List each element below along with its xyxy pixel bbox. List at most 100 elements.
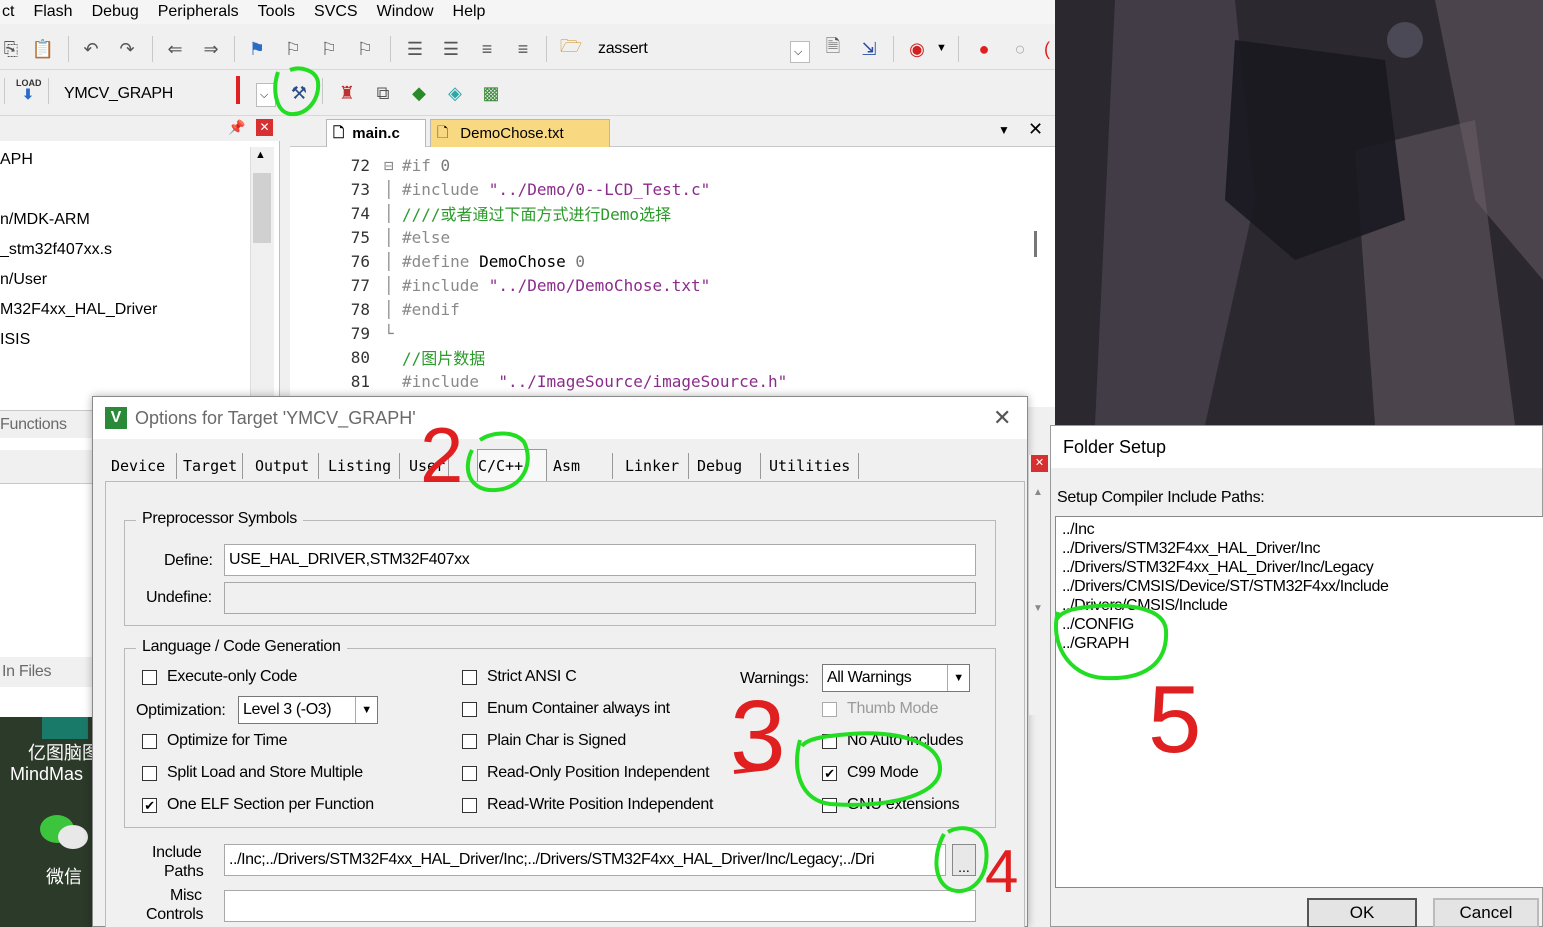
code-line[interactable]: 73 │ #include "../Demo/0--LCD_Test.c" [290, 177, 711, 201]
scroll-up-icon[interactable]: ▲ [1033, 487, 1043, 498]
list-item[interactable]: ../Drivers/CMSIS/Include [1062, 597, 1228, 615]
close-icon[interactable]: ✕ [1031, 455, 1048, 472]
tab-find-in-files[interactable]: In Files [2, 663, 51, 681]
manage-project-icon[interactable]: ⧉ [372, 82, 394, 104]
tab-target[interactable]: Target [183, 453, 243, 479]
include-paths-list[interactable]: ../Inc ../Drivers/STM32F4xx_HAL_Driver/I… [1055, 516, 1543, 888]
kill-breakpoints-icon[interactable]: ( [1040, 38, 1054, 60]
checkbox-box[interactable] [462, 701, 477, 717]
code-line[interactable]: 79 └ [290, 321, 402, 345]
incremental-find-icon[interactable]: 🗎 [822, 36, 844, 60]
list-item[interactable]: ../Drivers/STM32F4xx_HAL_Driver/Inc/Lega… [1062, 559, 1374, 577]
desktop-app-label[interactable]: 亿图脑图 [28, 739, 100, 765]
editor-scroll-marker[interactable] [1034, 231, 1037, 257]
tree-item[interactable]: _stm32f407xx.s [0, 241, 112, 259]
checkbox-box[interactable] [462, 765, 477, 781]
disable-breakpoint-icon[interactable]: ○ [1009, 38, 1031, 60]
menu-item-help[interactable]: Help [453, 3, 486, 21]
cancel-button[interactable]: Cancel [1433, 898, 1539, 927]
browse-include-paths-button[interactable]: ... [952, 844, 976, 876]
ok-button[interactable]: OK [1307, 898, 1417, 927]
checkbox-box[interactable] [822, 733, 837, 749]
tree-item[interactable]: n/MDK-ARM [0, 211, 90, 229]
ro-pi-checkbox[interactable]: Read-Only Position Independent [462, 764, 710, 782]
mindmaster-icon[interactable] [42, 717, 88, 739]
list-item[interactable]: ../Inc [1062, 521, 1095, 539]
code-line[interactable]: 78 │ #endif [290, 297, 460, 321]
wechat-icon[interactable] [38, 813, 90, 857]
undo-icon[interactable]: ↶ [80, 38, 102, 60]
code-line[interactable]: 80 //图片数据 [290, 345, 486, 369]
gnu-extensions-checkbox[interactable]: GNU extensions [822, 796, 960, 814]
target-name[interactable]: YMCV_GRAPH [64, 85, 173, 103]
strict-ansi-checkbox[interactable]: Strict ANSI C [462, 668, 577, 686]
prev-bookmark-icon[interactable]: ⚐ [282, 38, 304, 60]
comment-icon[interactable]: ≡ [476, 38, 498, 60]
code-area[interactable]: 72 ⊟ #if 0 73 │ #include "../Demo/0--LCD_Test… [290, 153, 1050, 403]
rw-pi-checkbox[interactable]: Read-Write Position Independent [462, 796, 713, 814]
scroll-up-icon[interactable]: ▲ [255, 149, 266, 161]
tab-demochose-txt[interactable]: 🗋 DemoChose.txt [430, 119, 610, 147]
menu-item-debug[interactable]: Debug [92, 3, 139, 21]
close-icon[interactable]: ✕ [1028, 119, 1043, 140]
chevron-down-icon[interactable]: ▼ [936, 42, 947, 54]
checkbox-box[interactable] [462, 797, 477, 813]
nav-back-icon[interactable]: ⇐ [164, 38, 186, 60]
misc-controls-input[interactable] [224, 890, 976, 922]
list-item[interactable]: ../GRAPH [1062, 635, 1129, 653]
thumb-mode-checkbox[interactable]: Thumb Mode [822, 700, 939, 718]
enum-container-checkbox[interactable]: Enum Container always int [462, 700, 670, 718]
optimization-select[interactable]: Level 3 (-O3) ▼ [238, 696, 378, 724]
target-options-icon[interactable]: ⚒ [288, 82, 310, 104]
split-load-checkbox[interactable]: Split Load and Store Multiple [142, 764, 363, 782]
code-line[interactable]: 76 │ #define DemoChose 0 [290, 249, 585, 273]
tree-item[interactable]: n/User [0, 271, 47, 289]
next-bookmark-icon[interactable]: ⚐ [318, 38, 340, 60]
scrollbar-thumb[interactable] [253, 173, 271, 243]
tab-asm[interactable]: Asm [553, 453, 613, 479]
optimize-time-checkbox[interactable]: Optimize for Time [142, 732, 288, 750]
menu-item-flash[interactable]: Flash [33, 3, 72, 21]
no-auto-includes-checkbox[interactable]: No Auto Includes [822, 732, 963, 750]
menu-item-tools[interactable]: Tools [258, 3, 295, 21]
menu-item-svcs[interactable]: SVCS [314, 3, 358, 21]
tree-item[interactable]: ISIS [0, 331, 30, 349]
redo-icon[interactable]: ↷ [116, 38, 138, 60]
clear-bookmarks-icon[interactable]: ⚐ [354, 38, 376, 60]
indent-icon[interactable]: ☰ [404, 38, 426, 60]
c99-mode-checkbox[interactable]: ✔ C99 Mode [822, 764, 919, 782]
breakpoint-icon[interactable]: ● [973, 38, 995, 60]
tab-device[interactable]: Device [111, 453, 177, 479]
find-text[interactable]: zassert [598, 40, 648, 58]
tree-item[interactable]: M32F4xx_HAL_Driver [0, 301, 157, 319]
code-line[interactable]: 75 │ #else [290, 225, 450, 249]
unindent-icon[interactable]: ☰ [440, 38, 462, 60]
close-icon[interactable]: ✕ [993, 405, 1011, 431]
tab-functions[interactable]: Functions [0, 416, 67, 434]
find-dropdown[interactable]: ⌵ [790, 41, 810, 63]
checkbox-box[interactable] [142, 733, 157, 749]
panel-scrollbar[interactable]: ✕ ▲ ▼ [1028, 455, 1050, 715]
one-elf-checkbox[interactable]: ✔ One ELF Section per Function [142, 796, 374, 814]
checkbox-box[interactable] [822, 797, 837, 813]
checkbox-box[interactable] [462, 733, 477, 749]
manage-components-icon[interactable]: ♜ [336, 82, 358, 104]
checkbox-box[interactable] [822, 701, 837, 717]
tab-linker[interactable]: Linker [625, 453, 689, 479]
desktop-app-label[interactable]: 微信 [46, 863, 82, 889]
copy-icon[interactable]: ⎘ [0, 38, 22, 60]
code-line[interactable]: 74 │ ////或者通过下面方式进行Demo选择 [290, 201, 671, 225]
pin-icon[interactable]: 📌 [228, 119, 245, 136]
undefine-input[interactable] [224, 582, 976, 614]
plain-char-checkbox[interactable]: Plain Char is Signed [462, 732, 626, 750]
paste-icon[interactable]: 📋 [32, 38, 54, 60]
pack-installer-icon[interactable]: ◆ [408, 82, 430, 104]
load-button[interactable]: LOAD ⬇ [16, 78, 42, 108]
menu-item-ct[interactable]: ct [2, 3, 14, 21]
tab-utilities[interactable]: Utilities [769, 453, 859, 479]
tab-user[interactable]: User [409, 453, 449, 479]
execute-only-checkbox[interactable]: Execute-only Code [142, 668, 297, 686]
define-input[interactable]: USE_HAL_DRIVER,STM32F407xx [224, 544, 976, 576]
list-item[interactable]: ../Drivers/STM32F4xx_HAL_Driver/Inc [1062, 540, 1320, 558]
tab-main-c[interactable]: 🗋 main.c [326, 119, 426, 147]
